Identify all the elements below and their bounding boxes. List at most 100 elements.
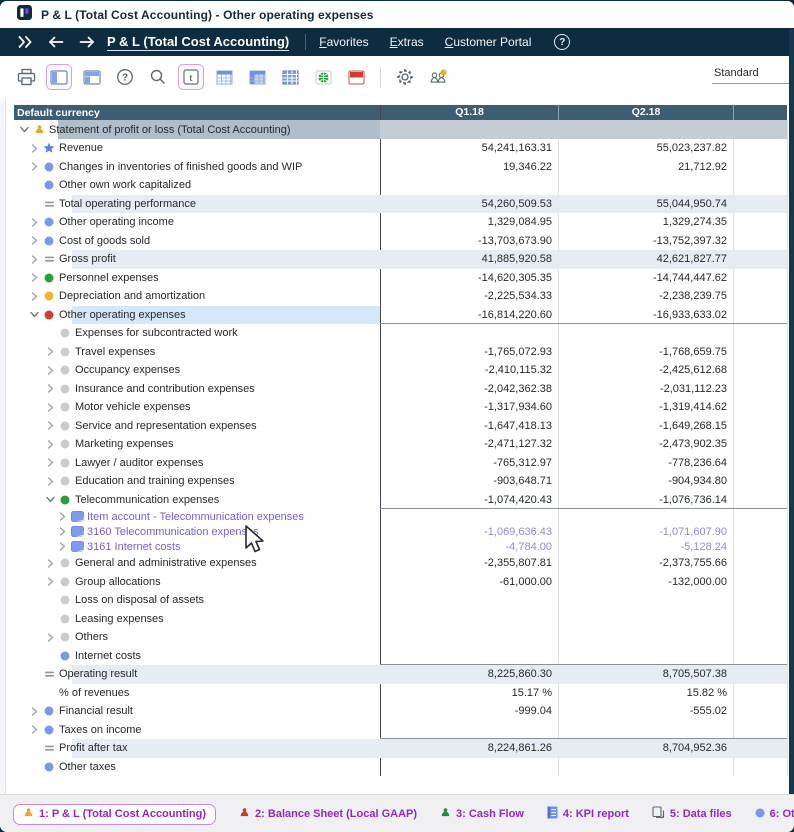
table-row[interactable]: Changes in inventories of finished goods… bbox=[14, 158, 787, 177]
q1-value[interactable] bbox=[380, 610, 558, 629]
chevron-icon[interactable] bbox=[17, 126, 31, 133]
chevron-icon[interactable] bbox=[43, 496, 57, 503]
q2-value[interactable]: 15.82 % bbox=[558, 684, 733, 703]
table-row[interactable]: Other operating expenses -16,814,220.60 … bbox=[14, 306, 787, 325]
q1-value[interactable] bbox=[380, 628, 558, 647]
q1-value[interactable]: -1,647,418.13 bbox=[380, 417, 558, 436]
tab-other-own-work[interactable]: 6: Other own work ca bbox=[755, 808, 794, 821]
q1-value[interactable]: -2,225,534.33 bbox=[380, 287, 558, 306]
q2-value[interactable]: 55,044,950.74 bbox=[558, 195, 733, 214]
q1-value[interactable]: 54,260,509.53 bbox=[380, 195, 558, 214]
chevron-icon[interactable] bbox=[43, 384, 57, 393]
tab-cash-flow[interactable]: 3: Cash Flow bbox=[440, 807, 524, 822]
chevron-icon[interactable] bbox=[43, 421, 57, 430]
q2-value[interactable]: -132,000.00 bbox=[558, 573, 733, 592]
q1-value[interactable] bbox=[380, 591, 558, 610]
chevron-icon[interactable] bbox=[43, 559, 57, 568]
view-selector[interactable]: Standard bbox=[712, 65, 794, 84]
table-row[interactable]: Other operating income 1,329,084.95 1,32… bbox=[14, 213, 787, 232]
printer-icon[interactable] bbox=[13, 64, 39, 90]
tab-balance-sheet[interactable]: 2: Balance Sheet (Local GAAP) bbox=[239, 807, 417, 822]
q1-value[interactable] bbox=[380, 758, 558, 777]
q2-value[interactable]: -1,649,268.15 bbox=[558, 417, 733, 436]
q1-value[interactable]: -1,069,636.43 bbox=[380, 524, 558, 539]
q2-value[interactable]: -2,473,902.35 bbox=[558, 435, 733, 454]
table-row[interactable]: Profit after tax 8,224,861.26 8,704,952.… bbox=[14, 739, 787, 758]
text-mode-icon[interactable]: t bbox=[178, 64, 204, 90]
table-row[interactable]: Taxes on income bbox=[14, 721, 787, 740]
q1-value[interactable]: 54,241,163.31 bbox=[380, 139, 558, 158]
forward-arrow-icon[interactable] bbox=[75, 31, 99, 53]
table-row[interactable]: Financial result -999.04 -555.02 bbox=[14, 702, 787, 721]
q1-value[interactable] bbox=[380, 120, 558, 139]
q1-value[interactable]: -16,814,220.60 bbox=[380, 306, 558, 325]
chevron-icon[interactable] bbox=[43, 577, 57, 586]
chevron-icon[interactable] bbox=[27, 236, 41, 245]
chevron-icon[interactable] bbox=[43, 347, 57, 356]
q2-value[interactable] bbox=[558, 628, 733, 647]
table-row[interactable]: Personnel expenses -14,620,305.35 -14,74… bbox=[14, 269, 787, 288]
table-row[interactable]: Revenue 54,241,163.31 55,023,237.82 bbox=[14, 139, 787, 158]
q2-value[interactable]: 8,704,952.36 bbox=[558, 739, 733, 758]
table-row[interactable]: Motor vehicle expenses -1,317,934.60 -1,… bbox=[14, 398, 787, 417]
q2-value[interactable]: -2,425,612.68 bbox=[558, 361, 733, 380]
menu-extras[interactable]: Extras bbox=[390, 35, 424, 49]
q2-value[interactable]: -1,071,607.90 bbox=[558, 524, 733, 539]
table-row[interactable]: Others bbox=[14, 628, 787, 647]
table-row[interactable]: Leasing expenses bbox=[14, 610, 787, 629]
q2-value[interactable]: 55,023,237.82 bbox=[558, 139, 733, 158]
q1-value[interactable]: 8,224,861.26 bbox=[380, 739, 558, 758]
q2-value[interactable] bbox=[558, 176, 733, 195]
table-row[interactable]: Marketing expenses -2,471,127.32 -2,473,… bbox=[14, 435, 787, 454]
q1-value[interactable]: -13,703,673.90 bbox=[380, 232, 558, 251]
right-scroll-strip[interactable] bbox=[789, 29, 794, 794]
q2-value[interactable] bbox=[558, 509, 733, 524]
grid-view-alt-icon[interactable] bbox=[244, 64, 270, 90]
table-row[interactable]: Loss on disposal of assets bbox=[14, 591, 787, 610]
chevron-icon[interactable] bbox=[43, 458, 57, 467]
search-icon[interactable] bbox=[145, 64, 171, 90]
q1-value[interactable]: -1,317,934.60 bbox=[380, 398, 558, 417]
grid-view-icon[interactable] bbox=[211, 64, 237, 90]
q1-value[interactable]: 1,329,084.95 bbox=[380, 213, 558, 232]
q2-value[interactable] bbox=[558, 591, 733, 610]
q1-value[interactable] bbox=[380, 721, 558, 740]
q1-value[interactable] bbox=[380, 176, 558, 195]
q1-value[interactable]: 41,885,920.58 bbox=[380, 250, 558, 269]
menu-favorites[interactable]: Favorites bbox=[319, 35, 368, 49]
column-header-currency[interactable]: Default currency bbox=[14, 107, 380, 119]
q1-value[interactable]: -14,620,305.35 bbox=[380, 269, 558, 288]
q2-value[interactable]: -1,768,659.75 bbox=[558, 343, 733, 362]
q2-value[interactable] bbox=[558, 647, 733, 666]
q1-value[interactable] bbox=[380, 509, 558, 524]
q2-value[interactable] bbox=[558, 758, 733, 777]
q2-value[interactable]: -5,128.24 bbox=[558, 539, 733, 554]
red-bar-icon[interactable] bbox=[343, 64, 369, 90]
q2-value[interactable]: -1,076,736.14 bbox=[558, 491, 733, 510]
q1-value[interactable]: 8,225,860.30 bbox=[380, 665, 558, 684]
chevron-icon[interactable] bbox=[43, 440, 57, 449]
globe-export-icon[interactable] bbox=[310, 64, 336, 90]
table-row[interactable]: 3161 Internet costs -4,784.00 -5,128.24 bbox=[14, 539, 787, 554]
q1-value[interactable]: -903,648.71 bbox=[380, 472, 558, 491]
q2-value[interactable]: -555.02 bbox=[558, 702, 733, 721]
chevron-icon[interactable] bbox=[27, 255, 41, 264]
q1-value[interactable]: -2,355,807.81 bbox=[380, 554, 558, 573]
table-row[interactable]: Service and representation expenses -1,6… bbox=[14, 417, 787, 436]
table-row[interactable]: Travel expenses -1,765,072.93 -1,768,659… bbox=[14, 343, 787, 362]
q2-value[interactable]: 1,329,274.35 bbox=[558, 213, 733, 232]
table-row[interactable]: Insurance and contribution expenses -2,0… bbox=[14, 380, 787, 399]
column-header-q1[interactable]: Q1.18 bbox=[380, 105, 558, 120]
q1-value[interactable] bbox=[380, 324, 558, 343]
table-row[interactable]: Gross profit 41,885,920.58 42,621,827.77 bbox=[14, 250, 787, 269]
chevron-icon[interactable] bbox=[27, 162, 41, 171]
table-row[interactable]: Other own work capitalized bbox=[14, 176, 787, 195]
q1-value[interactable]: 15.17 % bbox=[380, 684, 558, 703]
double-chevron-icon[interactable] bbox=[13, 31, 37, 53]
layout-left-panel-icon[interactable] bbox=[46, 64, 72, 90]
chevron-icon[interactable] bbox=[27, 725, 41, 734]
q2-value[interactable] bbox=[558, 610, 733, 629]
table-row[interactable]: Telecommunication expenses -1,074,420.43… bbox=[14, 491, 787, 510]
table-row[interactable]: Occupancy expenses -2,410,115.32 -2,425,… bbox=[14, 361, 787, 380]
table-row[interactable]: Total operating performance 54,260,509.5… bbox=[14, 195, 787, 214]
